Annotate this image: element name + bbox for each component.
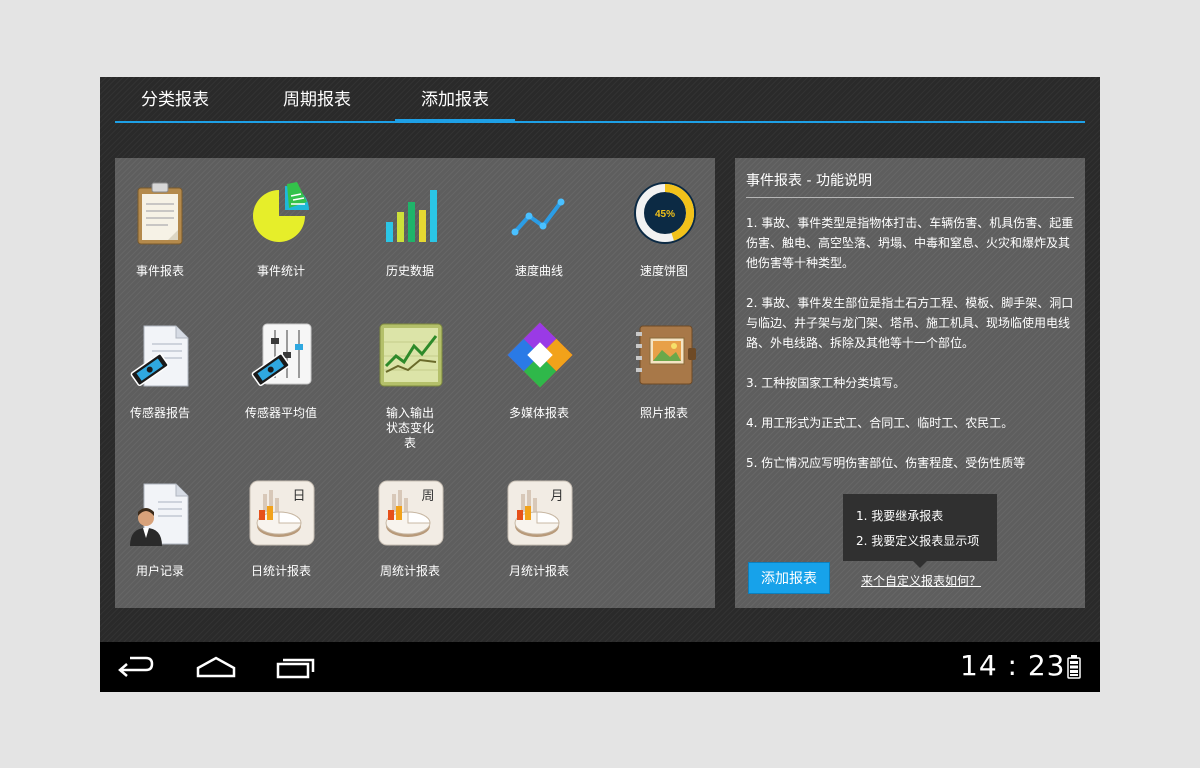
description-paragraph: 3. 工种按国家工种分类填写。 [746, 376, 906, 390]
monthly-stats-icon: 月 [507, 480, 573, 546]
app-label: 事件统计 [256, 264, 305, 278]
user-record-icon [128, 480, 194, 546]
stats-period-badge: 周 [421, 489, 434, 504]
system-navbar: 14 : 23 [100, 642, 1100, 692]
description-title: 事件报表 - 功能说明 [746, 173, 872, 189]
stats-period-badge: 月 [550, 489, 563, 504]
app-label: 周统计报表 [379, 564, 440, 578]
battery-icon [1067, 655, 1081, 679]
description-paragraph: 2. 事故、事件发生部位是指土石方工程、模板、脚手架、洞口与临边、井子架与龙门架… [746, 296, 1074, 350]
app-label: 用户记录 [135, 564, 184, 578]
multimedia-icon [507, 322, 573, 388]
back-icon[interactable] [114, 654, 158, 680]
report-tabs: 分类报表 周期报表 添加报表 [115, 77, 1085, 123]
clipboard-icon [128, 180, 194, 246]
tablet-screen: 分类报表 周期报表 添加报表 事件报表 事件统计 历史数据 速度曲线 45% 速… [100, 77, 1100, 692]
app-label: 历史数据 [385, 264, 434, 278]
app-label: 速度饼图 [639, 264, 688, 278]
description-paragraph: 4. 用工形式为正式工、合同工、临时工、农民工。 [746, 416, 1014, 430]
popup-item-inherit-report[interactable]: 1. 我要继承报表 [856, 504, 997, 529]
add-report-button[interactable]: 添加报表 [748, 562, 830, 594]
status-clock: 14 : 23 [960, 649, 1066, 682]
tab-periodic-report[interactable]: 周期报表 [257, 77, 377, 121]
description-panel: 事件报表 - 功能说明 1. 事故、事件类型是指物体打击、车辆伤害、机具伤害、起… [735, 158, 1085, 608]
io-status-chart-icon [378, 322, 444, 388]
app-daily-stats-report[interactable]: 日 日统计报表 [226, 458, 336, 588]
app-label: 多媒体报表 [508, 406, 569, 420]
app-label: 输入输出状态变化表 [385, 406, 434, 450]
tab-add-report[interactable]: 添加报表 [395, 77, 515, 123]
app-user-records[interactable]: 用户记录 [105, 458, 215, 588]
description-paragraph: 5. 伤亡情况应写明伤害部位、伤害程度、受伤性质等 [746, 456, 1026, 470]
recent-apps-icon[interactable] [274, 654, 318, 680]
home-icon[interactable] [194, 654, 238, 680]
tab-category-report[interactable]: 分类报表 [115, 77, 235, 121]
app-label: 传感器报告 [129, 406, 190, 420]
app-monthly-stats-report[interactable]: 月 月统计报表 [484, 458, 594, 588]
app-label: 传感器平均值 [244, 406, 317, 420]
app-event-report[interactable]: 事件报表 [105, 158, 215, 288]
popup-item-define-display[interactable]: 2. 我要定义报表显示项 [856, 529, 997, 554]
donut-chart-icon: 45% [632, 180, 698, 246]
description-body: 1. 事故、事件类型是指物体打击、车辆伤害、机具伤害、起重伤害、触电、高空坠落、… [746, 213, 1078, 493]
custom-report-link[interactable]: 来个自定义报表如何？ [861, 572, 981, 589]
app-label: 照片报表 [639, 406, 688, 420]
stats-period-badge: 日 [292, 489, 305, 504]
app-label: 事件报表 [135, 264, 184, 278]
sensor-average-icon [249, 322, 315, 388]
sensor-report-icon [128, 322, 194, 388]
app-sensor-average[interactable]: 传感器平均值 [226, 300, 336, 430]
app-label: 日统计报表 [250, 564, 311, 578]
app-speed-pie[interactable]: 45% 速度饼图 [609, 158, 719, 288]
photo-album-icon [632, 322, 698, 388]
app-weekly-stats-report[interactable]: 周 周统计报表 [355, 458, 465, 588]
bar-chart-icon [378, 180, 444, 246]
donut-percentage: 45% [655, 209, 675, 220]
app-history-data[interactable]: 历史数据 [355, 158, 465, 288]
app-io-status-table[interactable]: 输入输出状态变化表 [355, 300, 465, 450]
app-sensor-report[interactable]: 传感器报告 [105, 300, 215, 430]
custom-report-popup: 1. 我要继承报表 2. 我要定义报表显示项 [843, 494, 997, 568]
pie-chart-icon [249, 180, 315, 246]
description-paragraph: 1. 事故、事件类型是指物体打击、车辆伤害、机具伤害、起重伤害、触电、高空坠落、… [746, 216, 1074, 270]
weekly-stats-icon: 周 [378, 480, 444, 546]
app-speed-curve[interactable]: 速度曲线 [484, 158, 594, 288]
line-chart-icon [507, 180, 573, 246]
daily-stats-icon: 日 [249, 480, 315, 546]
app-label: 月统计报表 [508, 564, 569, 578]
report-grid-panel: 事件报表 事件统计 历史数据 速度曲线 45% 速度饼图 传感器报告 传感器平均… [115, 158, 715, 608]
app-event-statistics[interactable]: 事件统计 [226, 158, 336, 288]
app-multimedia-report[interactable]: 多媒体报表 [484, 300, 594, 430]
app-photo-report[interactable]: 照片报表 [609, 300, 719, 430]
description-divider [746, 197, 1074, 198]
app-label: 速度曲线 [514, 264, 563, 278]
